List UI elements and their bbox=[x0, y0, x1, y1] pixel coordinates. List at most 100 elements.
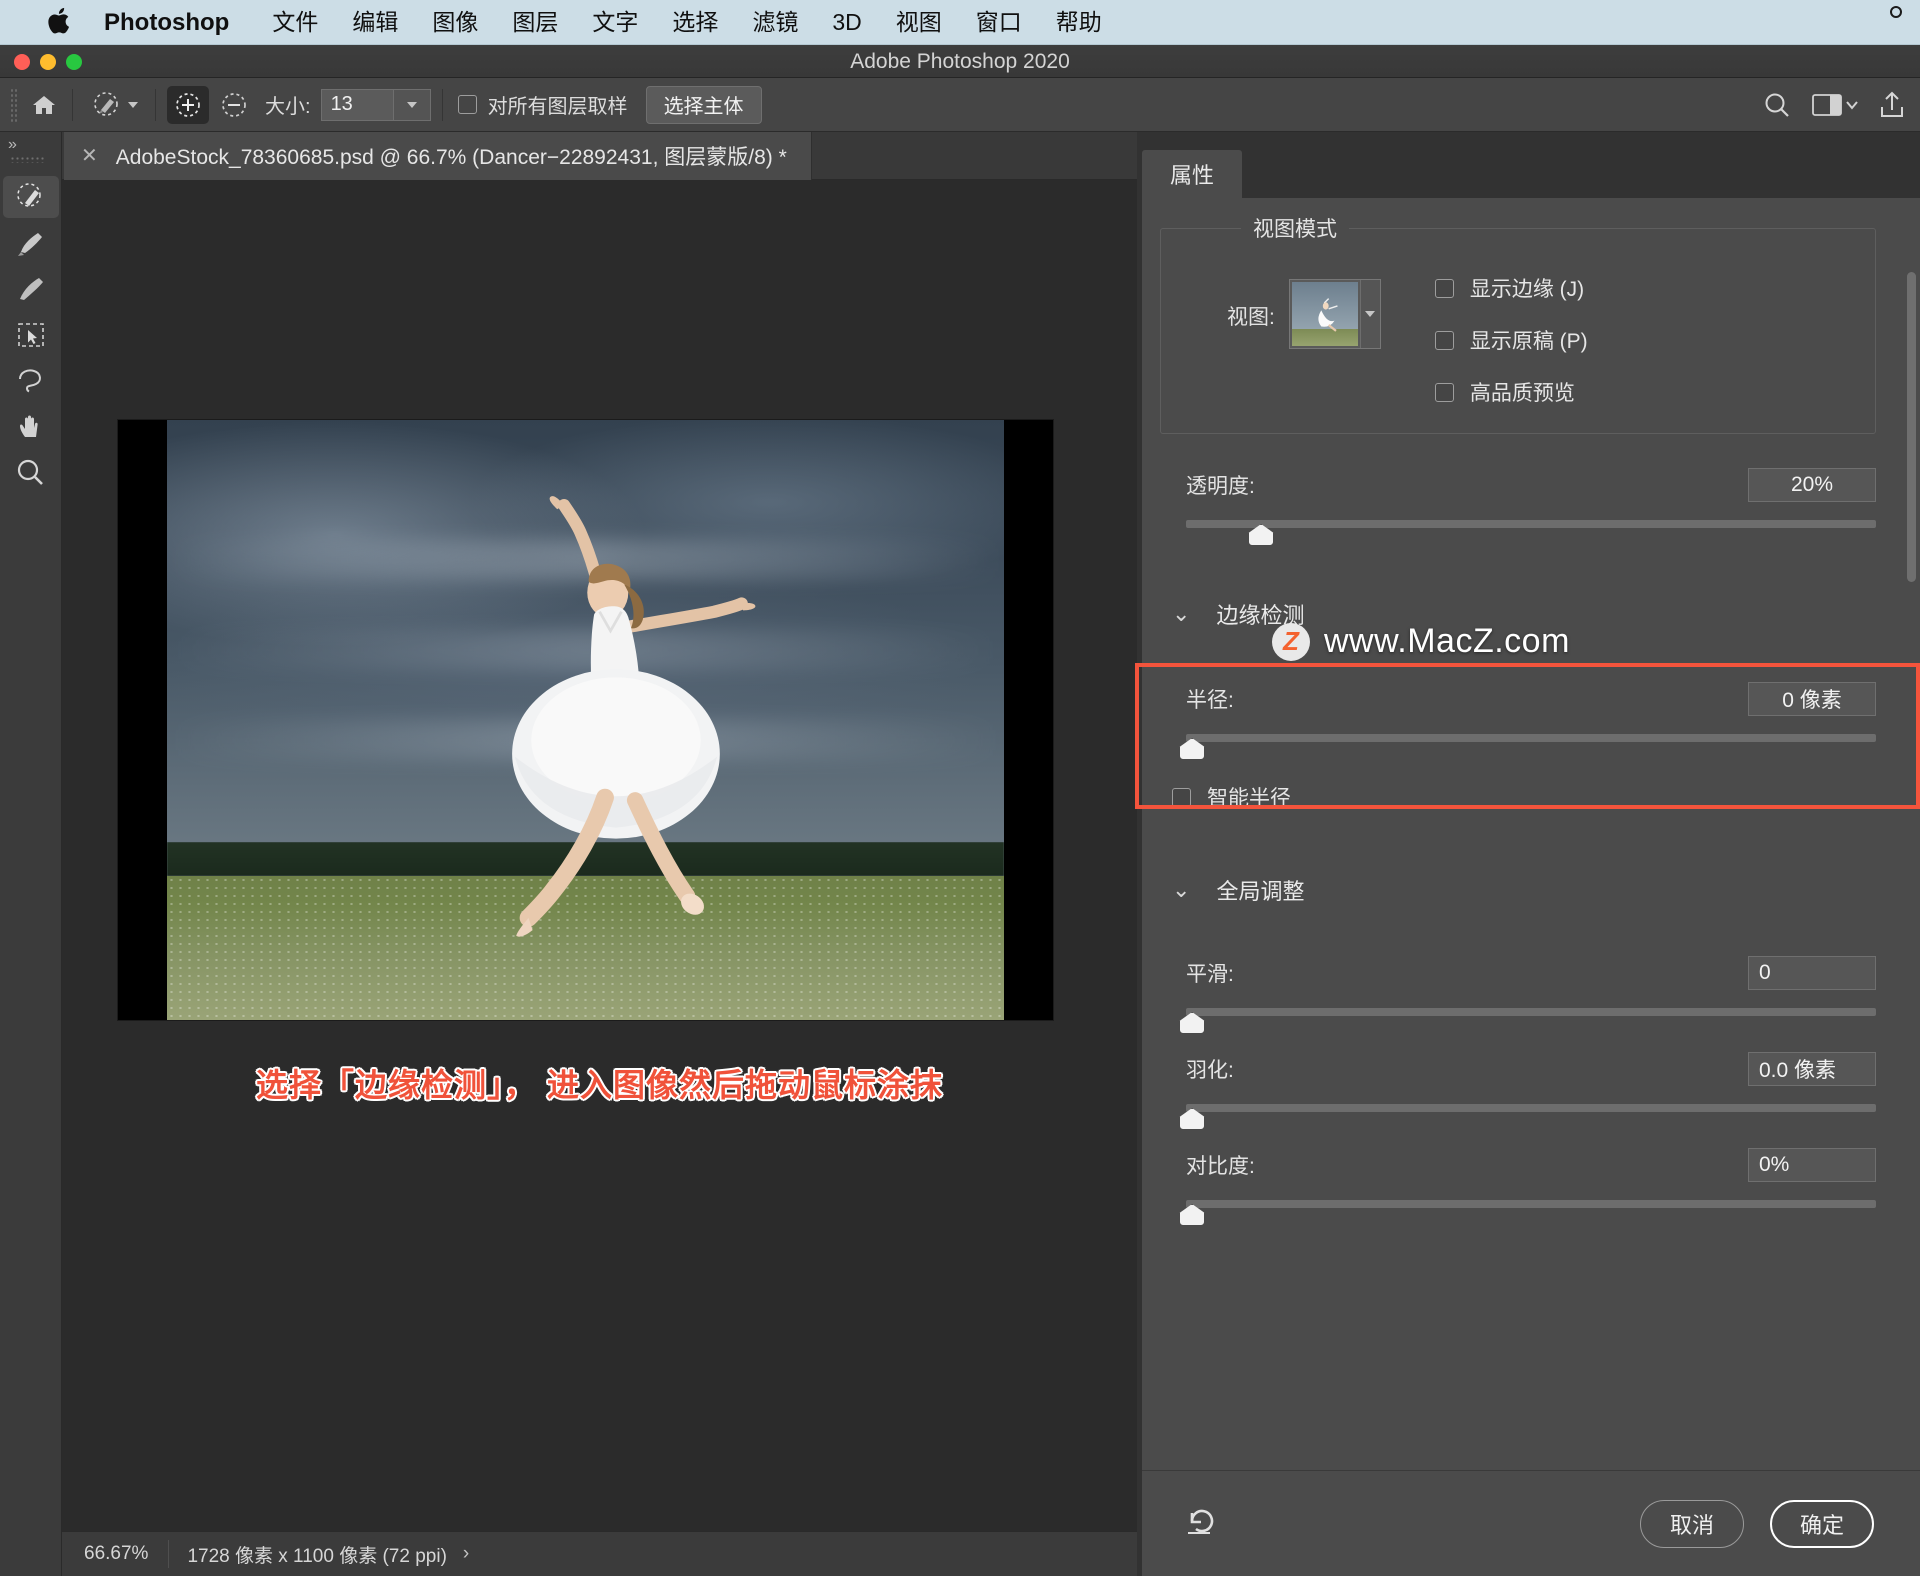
document-image[interactable] bbox=[118, 420, 1053, 1020]
ok-button[interactable]: 确定 bbox=[1770, 1499, 1874, 1548]
apple-logo-icon[interactable] bbox=[48, 6, 74, 36]
contrast-slider-track[interactable] bbox=[1179, 1200, 1876, 1226]
chevron-down-icon[interactable]: ⌄ bbox=[1172, 879, 1190, 901]
properties-panel: 属性 视图模式 视图: 显示边缘 (J) 显示原稿 (P) 高品质预览 透明度:… bbox=[1137, 132, 1920, 1576]
global-adjustments-title: 全局调整 bbox=[1216, 879, 1305, 904]
menu-item-filter[interactable]: 滤镜 bbox=[735, 0, 815, 45]
menubar-extras-icon[interactable] bbox=[1884, 0, 1914, 28]
global-adjustments-header[interactable]: ⌄ 全局调整 bbox=[1142, 812, 1920, 906]
menu-item-window[interactable]: 窗口 bbox=[959, 0, 1039, 45]
show-edges-checkbox[interactable]: 显示边缘 (J) bbox=[1434, 273, 1588, 303]
checkbox-box[interactable] bbox=[1434, 382, 1454, 402]
smooth-value-input[interactable]: 0 bbox=[1748, 956, 1876, 990]
smooth-label: 平滑: bbox=[1186, 963, 1234, 986]
close-tab-icon[interactable]: ✕ bbox=[81, 146, 98, 166]
add-to-selection-icon[interactable] bbox=[167, 85, 209, 124]
properties-scrollbar[interactable] bbox=[1907, 272, 1916, 582]
options-bar-grip[interactable] bbox=[10, 87, 19, 122]
image-content bbox=[167, 420, 1004, 1020]
tool-preset-picker[interactable] bbox=[84, 86, 144, 124]
quick-selection-brush-icon bbox=[94, 91, 118, 116]
menu-item-file[interactable]: 文件 bbox=[255, 0, 335, 45]
cancel-button[interactable]: 取消 bbox=[1640, 1499, 1744, 1548]
reset-icon[interactable] bbox=[1182, 1503, 1222, 1544]
feather-slider-track[interactable] bbox=[1179, 1104, 1876, 1130]
contrast-slider-knob[interactable] bbox=[1179, 1204, 1206, 1226]
smart-radius-checkbox[interactable]: 智能半径 bbox=[1172, 782, 1920, 812]
radius-value-input[interactable]: 0 像素 bbox=[1748, 682, 1876, 716]
show-edges-label: 显示边缘 (J) bbox=[1469, 278, 1585, 301]
menu-item-select[interactable]: 选择 bbox=[655, 0, 735, 45]
document-tab[interactable]: ✕ AdobeStock_78360685.psd @ 66.7% (Dance… bbox=[64, 132, 812, 180]
options-separator bbox=[72, 88, 73, 121]
contrast-value-input[interactable]: 0% bbox=[1748, 1148, 1876, 1182]
menu-item-edit[interactable]: 编辑 bbox=[335, 0, 415, 45]
feather-value-input[interactable]: 0.0 像素 bbox=[1748, 1052, 1876, 1086]
sample-all-layers-label: 对所有图层取样 bbox=[487, 96, 628, 118]
status-expand-arrow-icon[interactable]: › bbox=[463, 1543, 469, 1565]
zoom-level[interactable]: 66.67% bbox=[62, 1543, 168, 1565]
checkbox-box[interactable] bbox=[1434, 278, 1454, 298]
properties-scroll-region[interactable]: 视图模式 视图: 显示边缘 (J) 显示原稿 (P) 高品质预览 透明度: 20… bbox=[1142, 198, 1920, 1470]
checkbox-box[interactable] bbox=[1434, 330, 1454, 350]
menu-item-3d[interactable]: 3D bbox=[815, 0, 878, 45]
select-subject-button[interactable]: 选择主体 bbox=[645, 85, 762, 124]
search-icon[interactable] bbox=[1762, 90, 1792, 120]
chevron-down-icon bbox=[406, 101, 417, 108]
instruction-annotation: 选择「边缘检测」， 进入图像然后拖动鼠标涂抹 bbox=[256, 1067, 943, 1103]
high-quality-preview-checkbox[interactable]: 高品质预览 bbox=[1434, 377, 1588, 407]
chevron-down-icon[interactable]: ⌄ bbox=[1172, 603, 1190, 625]
object-selection-tool[interactable] bbox=[3, 314, 59, 356]
transparency-slider-knob[interactable] bbox=[1248, 524, 1275, 546]
show-original-checkbox[interactable]: 显示原稿 (P) bbox=[1434, 325, 1588, 355]
checkbox-box[interactable] bbox=[1172, 787, 1191, 807]
brush-tool[interactable] bbox=[3, 222, 59, 264]
tools-panel: » bbox=[0, 132, 62, 1576]
window-title: Adobe Photoshop 2020 bbox=[850, 50, 1070, 73]
document-dimensions[interactable]: 1728 像素 x 1100 像素 (72 ppi) › bbox=[169, 1541, 485, 1568]
smooth-slider-track[interactable] bbox=[1179, 1008, 1876, 1034]
brush-size-input[interactable]: 13 bbox=[320, 88, 393, 121]
menu-brand-photoshop[interactable]: Photoshop bbox=[104, 0, 255, 45]
feather-slider-knob[interactable] bbox=[1179, 1108, 1206, 1130]
smooth-slider-knob[interactable] bbox=[1179, 1012, 1206, 1034]
menu-item-layer[interactable]: 图层 bbox=[495, 0, 575, 45]
transparency-value-input[interactable]: 20% bbox=[1748, 468, 1876, 502]
document-tab-bar: ✕ AdobeStock_78360685.psd @ 66.7% (Dance… bbox=[62, 132, 1137, 180]
properties-tab-row: 属性 bbox=[1137, 150, 1920, 198]
radius-slider-knob[interactable] bbox=[1179, 738, 1206, 760]
properties-panel-footer: 取消 确定 bbox=[1142, 1470, 1920, 1576]
refine-edge-brush-tool[interactable] bbox=[3, 268, 59, 310]
subtract-from-selection-icon[interactable] bbox=[213, 86, 255, 124]
transparency-slider-track[interactable] bbox=[1186, 520, 1876, 546]
workspace-switcher-icon[interactable] bbox=[1812, 90, 1858, 120]
view-mode-row: 视图: 显示边缘 (J) 显示原稿 (P) 高品质预览 bbox=[1181, 259, 1855, 407]
chevron-down-icon[interactable] bbox=[1359, 280, 1380, 348]
sample-all-layers-checkbox[interactable]: 对所有图层取样 bbox=[457, 90, 628, 119]
expand-panel-icon[interactable]: » bbox=[8, 136, 17, 154]
menu-item-help[interactable]: 帮助 bbox=[1039, 0, 1119, 45]
menu-item-type[interactable]: 文字 bbox=[575, 0, 655, 45]
menu-item-view[interactable]: 视图 bbox=[879, 0, 959, 45]
quick-selection-tool[interactable] bbox=[3, 176, 59, 218]
tools-panel-header: » bbox=[0, 132, 61, 176]
lasso-tool[interactable] bbox=[3, 360, 59, 402]
checkbox-box[interactable] bbox=[457, 95, 477, 114]
zoom-tool[interactable] bbox=[3, 452, 59, 494]
hand-tool[interactable] bbox=[3, 406, 59, 448]
window-title-bar: Adobe Photoshop 2020 bbox=[0, 45, 1920, 78]
macos-menu-bar: Photoshop 文件 编辑 图像 图层 文字 选择 滤镜 3D 视图 窗口 … bbox=[0, 0, 1920, 45]
share-icon[interactable] bbox=[1878, 90, 1906, 120]
tab-properties[interactable]: 属性 bbox=[1142, 150, 1243, 198]
tab-properties-label: 属性 bbox=[1170, 163, 1215, 188]
view-mode-thumbnail[interactable] bbox=[1288, 279, 1381, 349]
menu-bar-status-area bbox=[1884, 0, 1914, 28]
home-icon[interactable] bbox=[27, 88, 61, 122]
canvas-area[interactable]: 选择「边缘检测」， 进入图像然后拖动鼠标涂抹 bbox=[62, 180, 1137, 1531]
menu-item-image[interactable]: 图像 bbox=[415, 0, 495, 45]
edge-detection-title: 边缘检测 bbox=[1216, 603, 1305, 628]
options-bar: 大小: 13 对所有图层取样 选择主体 bbox=[0, 78, 1920, 132]
tools-panel-grip[interactable] bbox=[10, 156, 46, 163]
brush-size-dropdown[interactable] bbox=[392, 88, 431, 121]
radius-slider-track[interactable] bbox=[1179, 734, 1876, 760]
